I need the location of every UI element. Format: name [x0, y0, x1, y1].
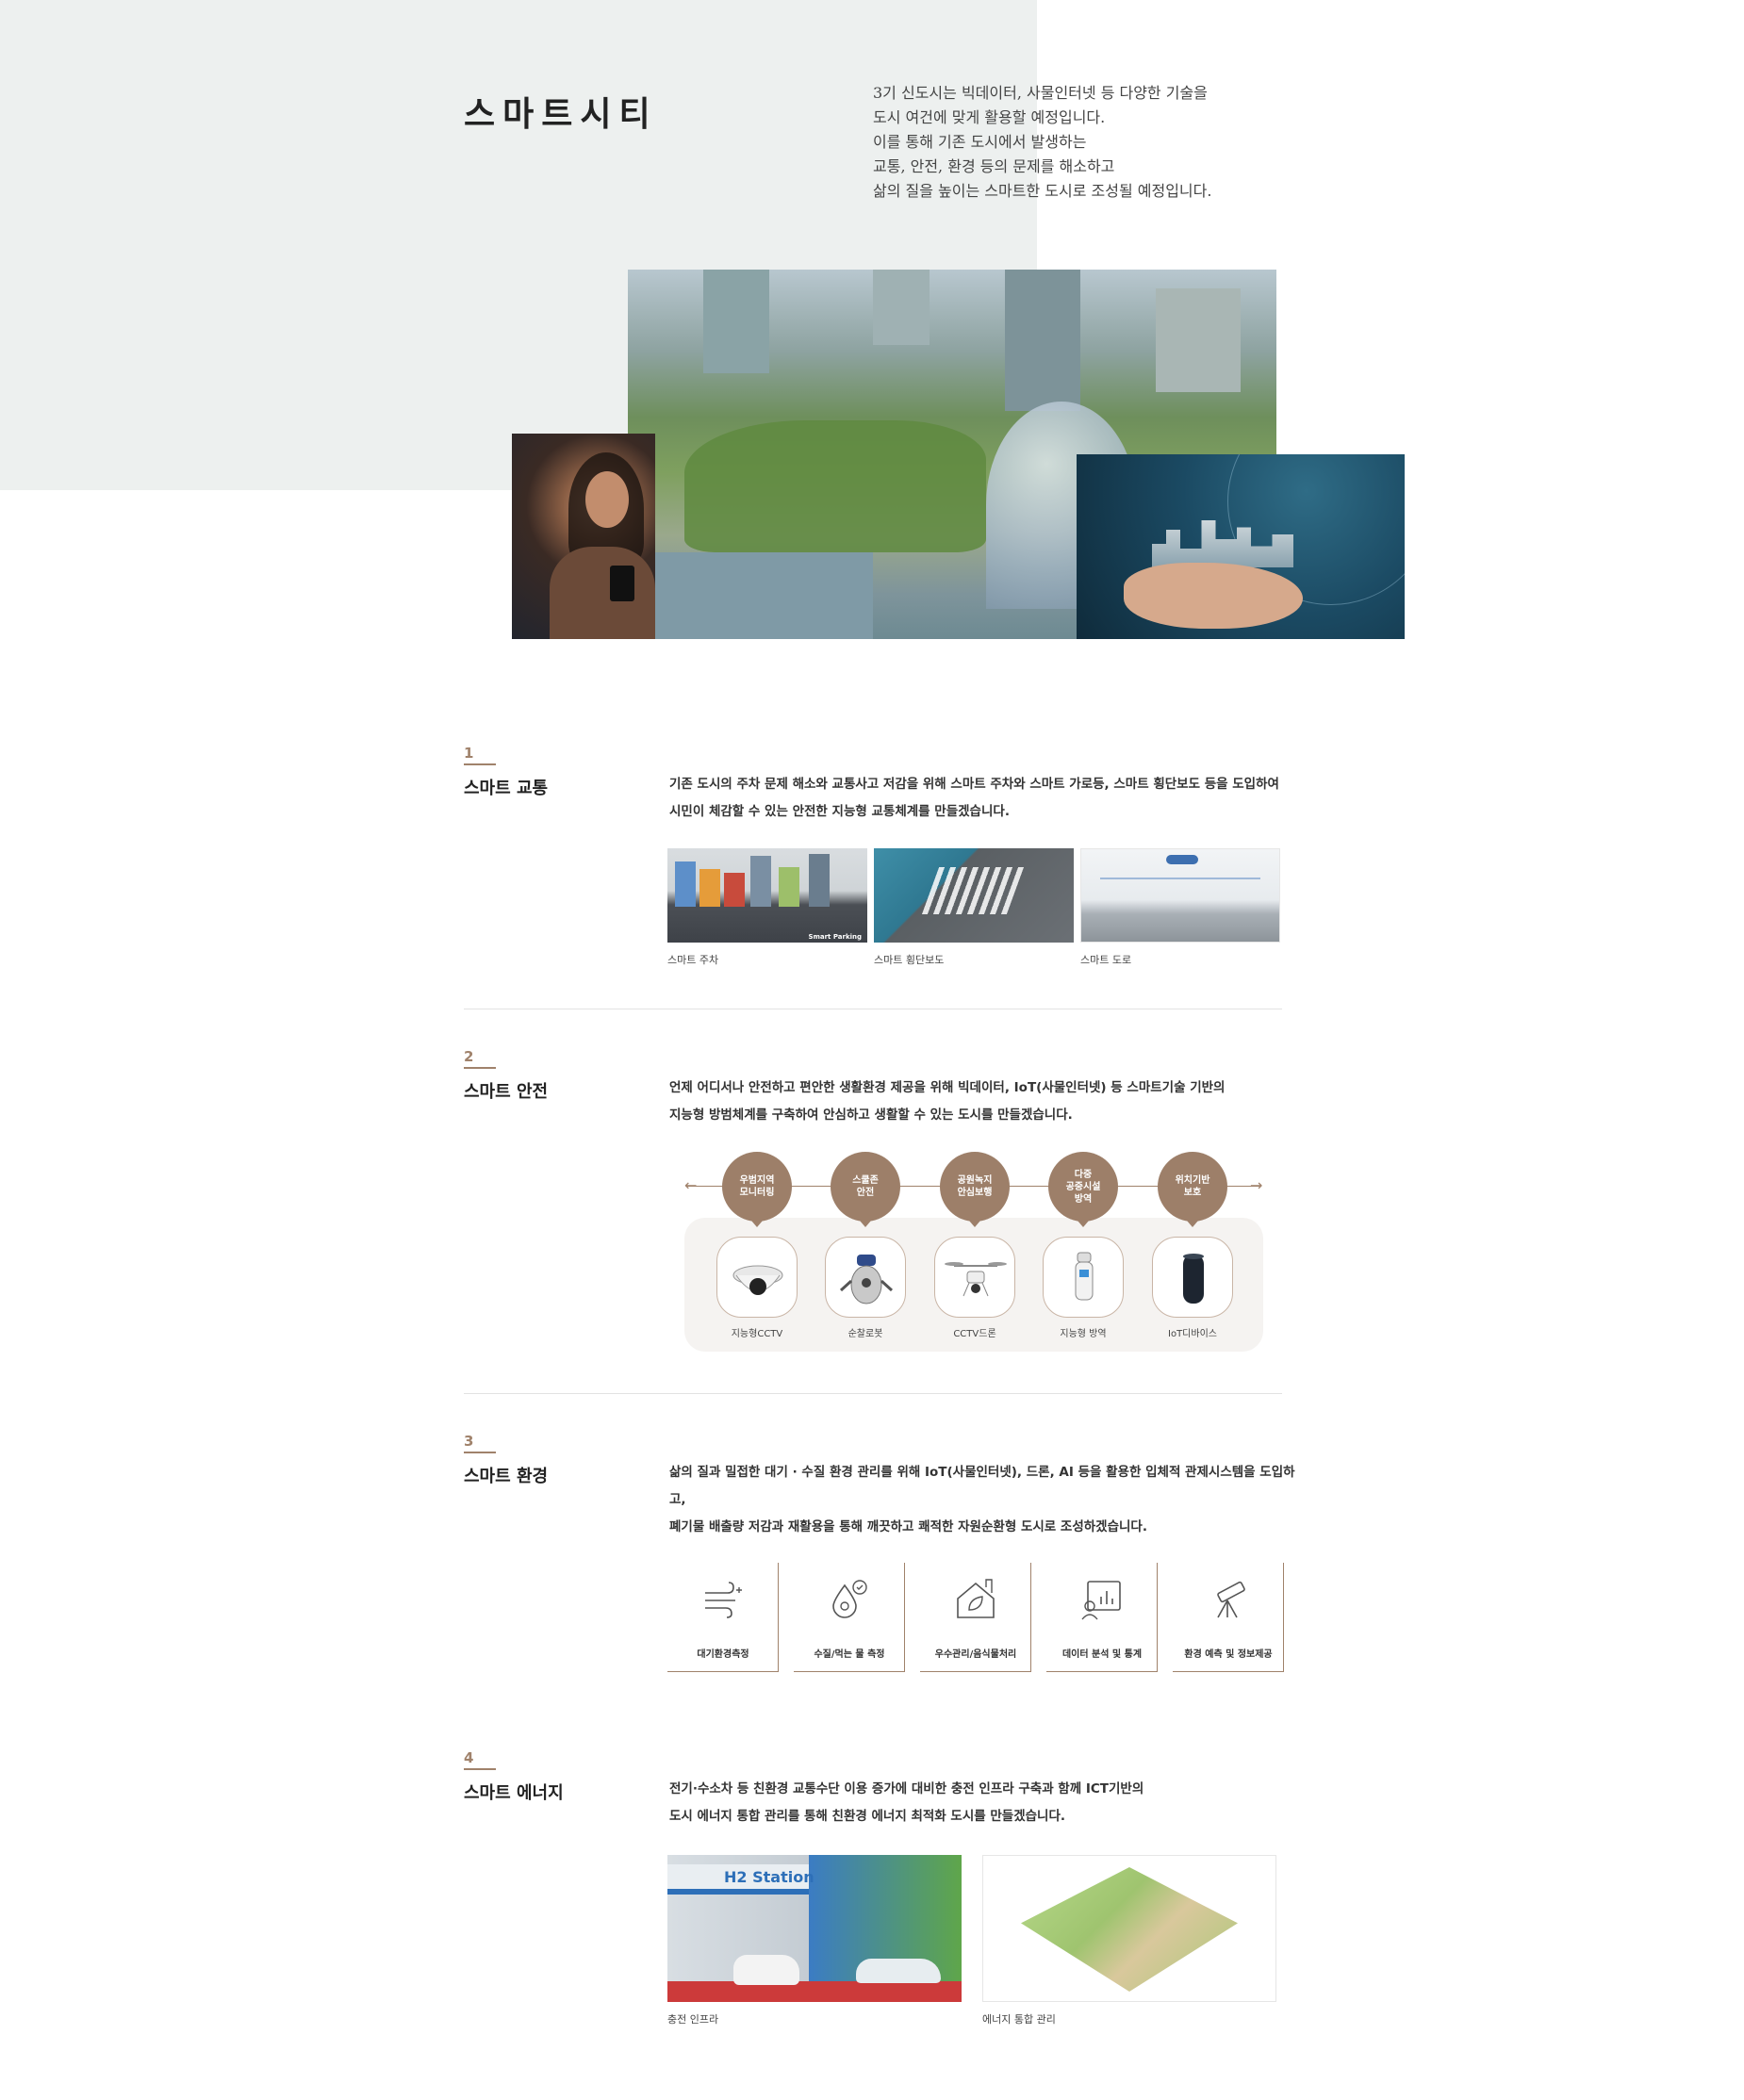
- energy-management-image: [982, 1855, 1276, 2002]
- house-leaf-icon: [957, 1579, 995, 1618]
- safety-circle: 스쿨존 안전: [831, 1152, 900, 1227]
- desc-line: 폐기물 배출량 저감과 재활용을 통해 깨끗하고 쾌적한 자원순환형 도시로 조…: [669, 1519, 1147, 1534]
- section-title-environment: 스마트 환경: [464, 1467, 549, 1486]
- woman-with-phone-image: [512, 434, 655, 639]
- air-monitor-icon: [705, 1582, 742, 1618]
- cctv-device: [716, 1237, 798, 1318]
- desc-line: 시민이 체감할 수 있는 안전한 지능형 교통체계를 만들겠습니다.: [669, 804, 1010, 819]
- env-card-forecast: 환경 예측 및 정보제공: [1173, 1563, 1284, 1672]
- env-card-rainwater: 우수관리/음식물처리: [920, 1563, 1031, 1672]
- water-quality-icon: [832, 1580, 867, 1618]
- iot-device: [1152, 1237, 1233, 1318]
- device-caption: 순찰로봇: [847, 1329, 883, 1339]
- disinfection-robot-device: [1043, 1237, 1124, 1318]
- smart-crosswalk-image: [874, 848, 1074, 943]
- env-card-label: 대기환경측정: [697, 1649, 749, 1660]
- section-title-energy: 스마트 에너지: [464, 1783, 564, 1803]
- section-number: 4: [464, 1749, 474, 1766]
- safety-circle: 공원녹지 안심보행: [940, 1152, 1010, 1227]
- section-number-underline: [464, 763, 496, 765]
- section-description: 전기·수소차 등 친환경 교통수단 이용 증가에 대비한 충전 인프라 구축과 …: [669, 1776, 1143, 1830]
- telescope-icon: [1217, 1581, 1245, 1618]
- desc-line: 기존 도시의 주차 문제 해소와 교통사고 저감을 위해 스마트 주차와 스마트…: [669, 777, 1279, 792]
- robot-icon: [839, 1255, 894, 1304]
- section-title-safety: 스마트 안전: [464, 1082, 549, 1102]
- image-caption: 스마트 주차: [667, 954, 719, 966]
- arrow-left-icon: ←: [684, 1176, 698, 1194]
- cctv-icon: [732, 1265, 783, 1295]
- image-caption: 스마트 횡단보도: [874, 954, 945, 966]
- image-caption: 에너지 통합 관리: [982, 2013, 1056, 2026]
- hand-holding-city-image: [1077, 454, 1405, 639]
- safety-circle: 다중 공중시설 방역: [1048, 1152, 1118, 1227]
- hero-desc-line: 교통, 안전, 환경 등의 문제를 해소하고: [873, 157, 1115, 175]
- hero-desc-line: 3기 신도시는 빅데이터, 사물인터넷 등 다양한 기술을: [873, 84, 1208, 102]
- env-card-label: 환경 예측 및 정보제공: [1184, 1649, 1273, 1660]
- page-title: 스마트시티: [464, 95, 658, 134]
- device-caption: IoT디바이스: [1168, 1329, 1217, 1339]
- section-number: 3: [464, 1433, 474, 1450]
- section-description: 언제 어디서나 안전하고 편안한 생활환경 제공을 위해 빅데이터, IoT(사…: [669, 1075, 1225, 1129]
- section-number-underline: [464, 1768, 496, 1770]
- safety-circle: 우범지역 모니터링: [722, 1152, 792, 1227]
- desc-line: 전기·수소차 등 친환경 교통수단 이용 증가에 대비한 충전 인프라 구축과 …: [669, 1781, 1144, 1796]
- safety-circle: 위치기반 보호: [1158, 1152, 1227, 1227]
- env-card-water: 수질/먹는 물 측정: [794, 1563, 905, 1672]
- section-number: 2: [464, 1048, 474, 1065]
- env-card-label: 우수관리/음식물처리: [934, 1649, 1017, 1660]
- smart-parking-image: Smart Parking: [667, 848, 867, 943]
- env-card-label: 데이터 분석 및 통계: [1061, 1649, 1143, 1660]
- env-card-data: 데이터 분석 및 통계: [1046, 1563, 1158, 1672]
- desc-line: 고,: [669, 1492, 686, 1507]
- device-caption: CCTV드론: [953, 1329, 996, 1339]
- h2-station-sign: H2 Station: [724, 1868, 814, 1886]
- env-card-air: 대기환경측정: [667, 1563, 779, 1672]
- disinfection-robot-icon: [1075, 1252, 1094, 1301]
- device-caption: 지능형 방역: [1060, 1329, 1107, 1339]
- patrol-robot-device: [825, 1237, 906, 1318]
- drone-icon: [945, 1262, 1007, 1297]
- hero-desc-line: 이를 통해 기존 도시에서 발생하는: [873, 133, 1087, 151]
- desc-line: 지능형 방범체계를 구축하여 안심하고 생활할 수 있는 도시를 만들겠습니다.: [669, 1107, 1073, 1123]
- arrow-right-icon: →: [1250, 1176, 1263, 1194]
- iot-speaker-icon: [1183, 1254, 1204, 1304]
- image-caption: 스마트 도로: [1080, 954, 1132, 966]
- section-number-underline: [464, 1067, 496, 1069]
- desc-line: 도시 에너지 통합 관리를 통해 친환경 에너지 최적화 도시를 만들겠습니다.: [669, 1809, 1066, 1824]
- image-caption: 충전 인프라: [667, 2013, 719, 2026]
- desc-line: 삶의 질과 밀접한 대기 · 수질 환경 관리를 위해 IoT(사물인터넷), …: [669, 1465, 1295, 1480]
- section-number: 1: [464, 745, 474, 762]
- cctv-drone-device: [934, 1237, 1015, 1318]
- hero-description: 3기 신도시는 빅데이터, 사물인터넷 등 다양한 기술을 도시 여건에 맞게 …: [873, 81, 1307, 204]
- data-chart-icon: [1081, 1581, 1121, 1620]
- hero-desc-line: 도시 여건에 맞게 활용할 예정입니다.: [873, 108, 1106, 126]
- section-title-traffic: 스마트 교통: [464, 779, 549, 798]
- section-description: 기존 도시의 주차 문제 해소와 교통사고 저감을 위해 스마트 주차와 스마트…: [669, 771, 1279, 826]
- env-card-label: 수질/먹는 물 측정: [814, 1649, 885, 1660]
- section-number-underline: [464, 1452, 496, 1453]
- smart-road-image: [1080, 848, 1280, 943]
- section-description: 삶의 질과 밀접한 대기 · 수질 환경 관리를 위해 IoT(사물인터넷), …: [669, 1459, 1295, 1541]
- smart-parking-overlay-text: Smart Parking: [808, 933, 862, 941]
- charging-infra-image: H2 Station: [667, 1855, 962, 2002]
- hero-desc-line: 삶의 질을 높이는 스마트한 도시로 조성될 예정입니다.: [873, 182, 1212, 200]
- device-caption: 지능형CCTV: [731, 1329, 783, 1339]
- section-divider: [464, 1393, 1282, 1394]
- desc-line: 언제 어디서나 안전하고 편안한 생활환경 제공을 위해 빅데이터, IoT(사…: [669, 1080, 1226, 1095]
